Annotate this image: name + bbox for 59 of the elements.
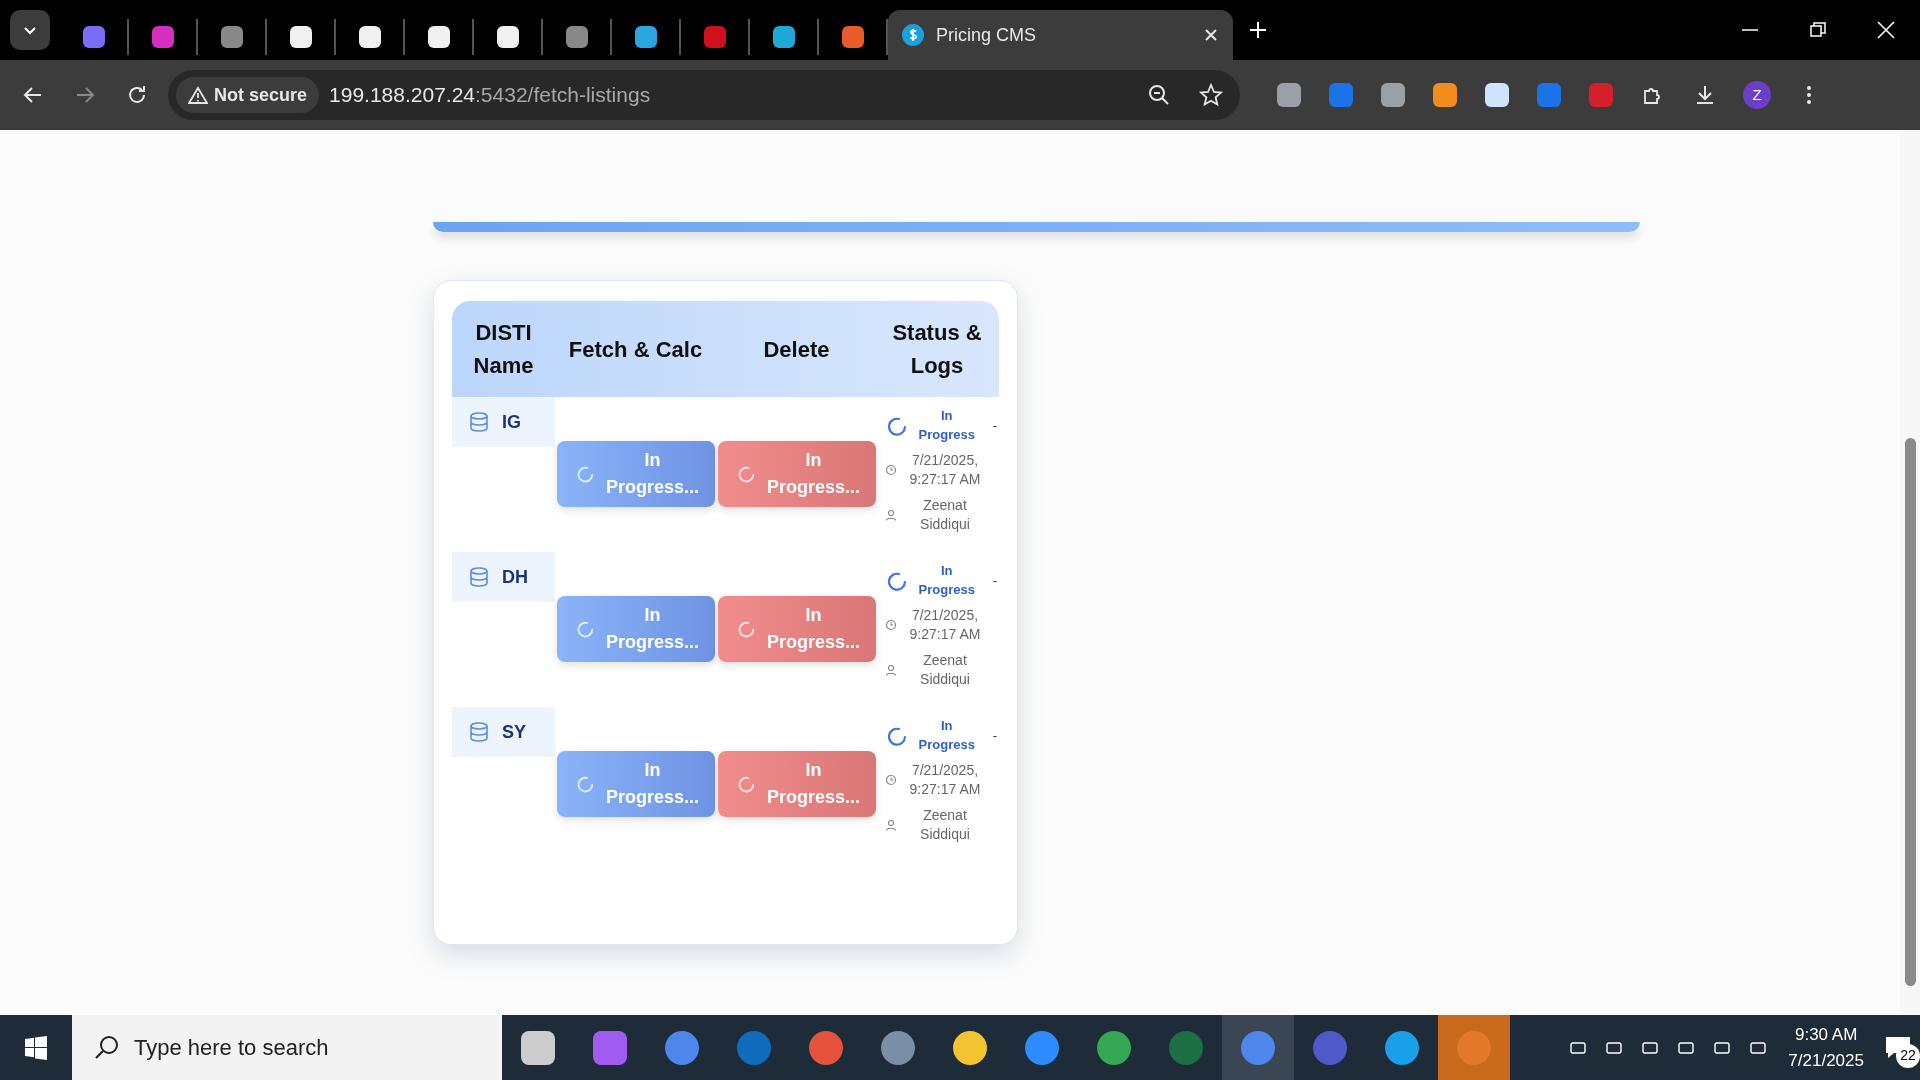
distributor-name: IG <box>502 410 521 434</box>
taskbar-search-field[interactable]: Type here to search <box>72 1015 502 1080</box>
status-detail: - <box>992 572 997 591</box>
dollar-icon <box>902 24 924 46</box>
restore-icon <box>1810 22 1826 38</box>
user-name: Zeenat Siddiqui <box>919 805 971 845</box>
favicon-icon <box>495 25 520 49</box>
favicon-icon <box>357 25 382 49</box>
favicon-icon <box>633 25 658 49</box>
favicon-icon <box>288 25 313 49</box>
favicon-icon <box>150 25 175 49</box>
status-text: In Progress <box>917 562 976 599</box>
distributor-name: SY <box>502 720 526 744</box>
browser-tab[interactable]: Pricing CMS <box>888 10 1233 60</box>
column-header: Delete <box>762 335 831 364</box>
clock-date[interactable]: 7/21/2025 <box>1788 1047 1864 1073</box>
favicon-icon <box>426 25 451 49</box>
clock-time[interactable]: 9:30 AM <box>1788 1022 1864 1048</box>
menu-icon <box>1807 86 1811 104</box>
distributor-name: DH <box>502 565 528 589</box>
user-icon <box>885 509 897 522</box>
column-header: DISTI Name <box>472 319 535 380</box>
start-icon <box>24 1035 48 1060</box>
clock-icon <box>885 774 897 787</box>
database-icon <box>468 411 490 433</box>
favicon-icon <box>219 25 244 49</box>
minimize-icon <box>1742 29 1758 31</box>
database-icon <box>468 566 490 588</box>
user-icon <box>885 819 897 832</box>
favicon-icon <box>840 25 865 49</box>
close-icon <box>1877 21 1895 39</box>
status-text: In Progress <box>917 407 976 444</box>
column-header: Fetch & Calc <box>567 335 704 364</box>
timestamp: 7/21/2025, 9:27:17 AM <box>908 605 982 645</box>
favicon-icon <box>564 25 589 49</box>
timestamp: 7/21/2025, 9:27:17 AM <box>908 450 982 490</box>
user-name: Zeenat Siddiqui <box>919 495 971 535</box>
new-tab-icon <box>1249 21 1267 39</box>
user-name: Zeenat Siddiqui <box>919 650 971 690</box>
search-icon <box>94 1034 120 1060</box>
database-icon <box>468 721 490 743</box>
timestamp: 7/21/2025, 9:27:17 AM <box>908 760 982 800</box>
clock-icon <box>885 464 897 477</box>
user-icon <box>885 664 897 677</box>
url-text[interactable]: 199.188.207.24:5432/fetch-listings <box>329 79 1128 111</box>
tab-search-button[interactable] <box>10 10 50 50</box>
favicon-icon <box>702 25 727 49</box>
status-detail: - <box>992 417 997 436</box>
warning-icon <box>188 86 208 104</box>
scrollbar[interactable] <box>1900 130 1920 1015</box>
favicon-icon <box>771 25 796 49</box>
column-header: Status & Logs <box>891 319 983 380</box>
status-text: In Progress <box>917 717 976 754</box>
status-detail: - <box>992 727 997 746</box>
favicon-icon <box>81 25 106 49</box>
close-icon <box>1203 27 1219 43</box>
security-chip[interactable]: Not secure <box>176 77 320 113</box>
clock-icon <box>885 619 897 632</box>
notifications-button[interactable]: 22 <box>1876 1027 1920 1068</box>
